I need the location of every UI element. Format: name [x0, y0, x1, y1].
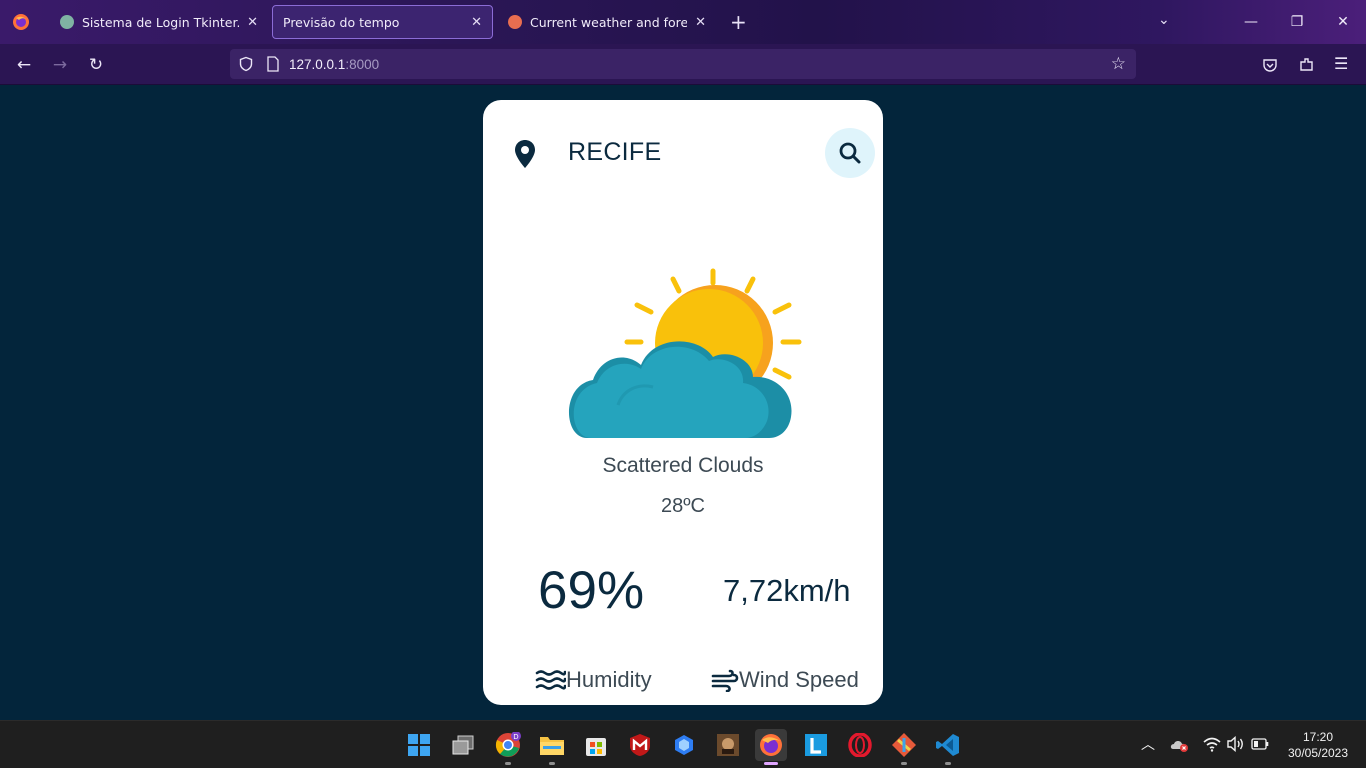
minimize-button[interactable]: — — [1228, 0, 1274, 44]
bookmark-star-icon[interactable]: ☆ — [1111, 54, 1126, 74]
browser-nav-bar: ← → ↻ 127.0.0.1:8000 ☆ ☰ — [0, 44, 1366, 85]
shield-icon[interactable] — [238, 56, 254, 72]
microsoft-store-icon[interactable] — [580, 729, 612, 761]
wind-speed-value: 7,72km/h — [723, 573, 851, 608]
running-indicator — [945, 762, 951, 765]
close-tab-icon[interactable]: ✕ — [695, 15, 706, 30]
bing-icon[interactable] — [668, 729, 700, 761]
new-tab-button[interactable]: + — [730, 10, 747, 34]
close-tab-icon[interactable]: ✕ — [247, 15, 258, 30]
extensions-icon[interactable] — [1298, 56, 1315, 73]
chrome-icon[interactable]: D — [492, 729, 524, 765]
volume-icon[interactable] — [1227, 736, 1245, 752]
vscode-icon[interactable] — [932, 729, 964, 765]
water-waves-icon — [535, 670, 566, 690]
url-host: 127.0.0.1 — [289, 56, 346, 72]
reload-button[interactable]: ↻ — [83, 52, 109, 78]
app-menu-hamburger-icon[interactable]: ☰ — [1334, 54, 1348, 73]
forward-button[interactable]: → — [47, 52, 73, 78]
wifi-icon[interactable] — [1203, 736, 1221, 752]
close-tab-icon[interactable]: ✕ — [471, 15, 482, 30]
system-clock[interactable]: 17:20 30/05/2023 — [1280, 729, 1356, 761]
openai-favicon — [60, 15, 74, 29]
windows-taskbar: D ︿ 17:20 30/05/2023 — [0, 720, 1366, 768]
task-view-icon[interactable] — [447, 729, 479, 761]
url-port: :8000 — [345, 56, 380, 72]
weather-description: Scattered Clouds — [602, 454, 764, 477]
browser-tab-bar: Sistema de Login Tkinter. ✕ Previsão do … — [0, 0, 1366, 44]
clock-time: 17:20 — [1302, 730, 1334, 744]
windows-start-icon[interactable] — [403, 729, 435, 761]
tab-title: Previsão do tempo — [283, 14, 400, 30]
weather-card: RECIFE Scattered Clouds 28ºC 69% 7,72km/… — [483, 100, 883, 705]
tab-title: Sistema de Login Tkinter. — [82, 14, 240, 30]
address-bar[interactable]: 127.0.0.1:8000 ☆ — [230, 49, 1136, 79]
search-icon — [839, 142, 861, 164]
location-pin-icon — [515, 140, 535, 168]
humidity-label-group: Humidity — [535, 667, 652, 693]
file-explorer-icon[interactable] — [536, 729, 568, 765]
firefox-icon — [13, 14, 29, 30]
running-indicator — [901, 762, 907, 765]
tab-login-tkinter[interactable]: Sistema de Login Tkinter. ✕ — [50, 5, 268, 39]
humidity-label: Humidity — [566, 667, 652, 692]
onedrive-error-icon[interactable] — [1170, 737, 1190, 753]
show-hidden-icons-chevron-icon[interactable]: ︿ — [1141, 734, 1155, 754]
clock-date: 30/05/2023 — [1287, 746, 1349, 760]
wind-label-group: Wind Speed — [711, 667, 859, 693]
tab-previsao-do-tempo[interactable]: Previsão do tempo ✕ — [272, 5, 493, 39]
mcafee-icon[interactable] — [624, 729, 656, 761]
opera-icon[interactable] — [844, 729, 876, 761]
running-indicator — [549, 762, 555, 765]
tab-title: Current weather and forecast - — [530, 14, 688, 30]
humidity-value: 69% — [538, 561, 645, 620]
game-icon[interactable] — [712, 729, 744, 761]
back-button[interactable]: ← — [11, 52, 37, 78]
firefox-icon[interactable] — [755, 729, 787, 765]
page-info-icon[interactable] — [266, 56, 280, 72]
pocket-icon[interactable] — [1262, 57, 1278, 73]
battery-icon[interactable] — [1251, 738, 1269, 750]
openweather-favicon — [508, 15, 522, 29]
search-button[interactable] — [825, 128, 875, 178]
running-indicator — [505, 762, 511, 765]
l-app-icon[interactable] — [800, 729, 832, 761]
scattered-clouds-weather-icon — [568, 268, 802, 438]
tab-current-weather[interactable]: Current weather and forecast - ✕ — [498, 5, 716, 39]
active-indicator — [764, 762, 778, 765]
close-window-button[interactable]: ✕ — [1320, 0, 1366, 44]
wind-icon — [711, 669, 739, 692]
city-name: RECIFE — [568, 138, 662, 166]
temperature: 28ºC — [661, 495, 705, 517]
list-all-tabs-chevron-icon[interactable]: ⌄ — [1158, 12, 1170, 28]
svg-text:D: D — [513, 733, 518, 741]
git-icon[interactable] — [888, 729, 920, 765]
firefox-menu-button[interactable] — [0, 0, 42, 44]
wind-speed-label: Wind Speed — [739, 667, 859, 692]
restore-button[interactable]: ❐ — [1274, 0, 1320, 44]
